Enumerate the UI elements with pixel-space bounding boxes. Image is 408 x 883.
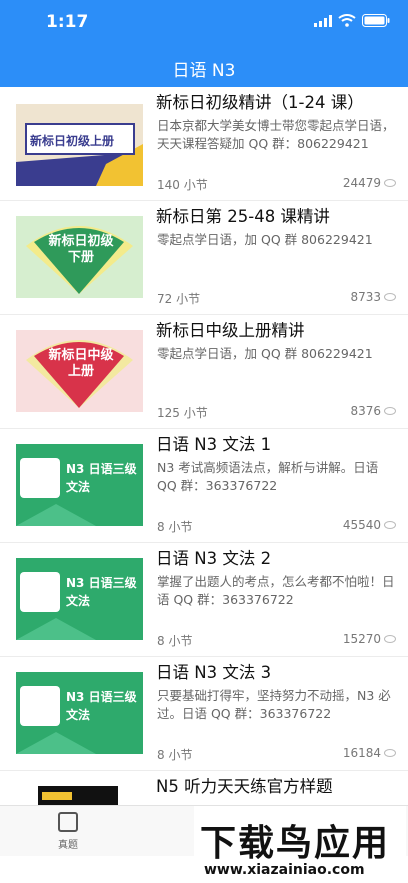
lesson-count: 72 小节 <box>157 292 201 306</box>
view-count-value: 24479 <box>342 176 381 190</box>
view-count-value: 8733 <box>350 290 381 304</box>
view-count-value: 15270 <box>342 632 381 646</box>
course-list[interactable]: 新标日初级上册 新标日初级精讲（1-24 课） 日本京都大学美女博士带您零起点学… <box>0 87 408 805</box>
view-count: 16184 <box>343 746 396 760</box>
course-thumbnail-text: 新标日初级上册 <box>30 134 115 148</box>
app-header: 1:17 日语 N3 <box>0 0 408 87</box>
status-bar: 1:17 <box>0 0 408 44</box>
page-title: 日语 N3 <box>172 61 236 81</box>
lesson-count: 8 小节 <box>157 634 193 648</box>
course-thumbnail-text: 新标日中级上册 <box>48 348 114 379</box>
course-thumbnail: 新标日初级下册 <box>16 216 143 298</box>
tab-exam-label: 真题 <box>58 840 78 851</box>
course-description: 零起点学日语，加 QQ 群 806229421 <box>157 346 373 361</box>
course-thumbnail-text: 新标日初级下册 <box>48 234 114 265</box>
course-title: 日语 N3 文法 3 <box>156 663 272 682</box>
view-count-value: 8376 <box>350 404 381 418</box>
course-item[interactable]: N3 日语三级 文法 日语 N3 文法 2 掌握了出题人的考点，怎么考都不怕啦！… <box>0 543 408 657</box>
course-thumbnail: 新标日初级上册 <box>16 104 143 186</box>
course-thumbnail-text: N3 日语三级 文法 <box>66 690 137 722</box>
view-count: 15270 <box>343 632 396 646</box>
view-count: 45540 <box>343 518 396 532</box>
lesson-count: 140 小节 <box>157 178 208 192</box>
course-thumbnail-text: N3 日语三级 文法 <box>66 462 137 494</box>
status-icons <box>314 14 390 27</box>
course-thumbnail-text: N3 日语三级 文法 <box>66 576 137 608</box>
lesson-count: 8 小节 <box>157 748 193 762</box>
course-item[interactable]: 新标日初级上册 新标日初级精讲（1-24 课） 日本京都大学美女博士带您零起点学… <box>0 87 408 201</box>
view-count: 24479 <box>343 176 396 190</box>
eye-icon <box>384 635 396 643</box>
course-description: N3 考试高频语法点，解析与讲解。日语 QQ 群：363376722 <box>157 460 379 493</box>
course-title: 日语 N3 文法 2 <box>156 549 272 568</box>
view-count-value: 16184 <box>342 746 381 760</box>
status-time: 1:17 <box>46 12 89 32</box>
watermark-logo: 下载鸟应用 www.xiazainiao.com <box>194 806 406 881</box>
view-count-value: 45540 <box>342 518 381 532</box>
exam-icon <box>58 812 78 832</box>
course-title: N5 听力天天练官方样题 <box>156 777 333 796</box>
view-count: 8376 <box>350 404 396 418</box>
course-description: 零起点学日语，加 QQ 群 806229421 <box>157 232 373 247</box>
course-thumbnail: N3 日语三级 文法 <box>16 558 143 640</box>
lesson-count: 8 小节 <box>157 520 193 534</box>
course-item[interactable]: N3 日语三级 文法 日语 N3 文法 1 N3 考试高频语法点，解析与讲解。日… <box>0 429 408 543</box>
lesson-count: 125 小节 <box>157 406 208 420</box>
course-thumbnail <box>38 786 118 805</box>
battery-icon <box>362 14 390 27</box>
course-description: 只要基础打得牢，坚持努力不动摇，N3 必过。日语 QQ 群：363376722 <box>157 688 391 721</box>
wifi-icon <box>338 14 356 27</box>
course-thumbnail: N3 日语三级 文法 <box>16 444 143 526</box>
tab-exam[interactable]: 真题 <box>50 812 86 851</box>
course-title: 日语 N3 文法 1 <box>156 435 272 454</box>
course-thumbnail: N3 日语三级 文法 <box>16 672 143 754</box>
watermark-text: 下载鸟应用 <box>200 823 391 864</box>
course-title: 新标日第 25-48 课精讲 <box>156 207 330 226</box>
course-description: 掌握了出题人的考点，怎么考都不怕啦！日语 QQ 群：363376722 <box>157 574 395 607</box>
view-count: 8733 <box>350 290 396 304</box>
course-title: 新标日初级精讲（1-24 课） <box>156 93 364 112</box>
course-item[interactable]: 新标日初级下册 新标日第 25-48 课精讲 零起点学日语，加 QQ 群 806… <box>0 201 408 315</box>
course-title: 新标日中级上册精讲 <box>156 321 305 340</box>
course-item[interactable]: N5 听力天天练官方样题 <box>0 771 408 805</box>
eye-icon <box>384 521 396 529</box>
watermark-url: www.xiazainiao.com <box>204 862 365 878</box>
course-thumbnail: 新标日中级上册 <box>16 330 143 412</box>
course-item[interactable]: N3 日语三级 文法 日语 N3 文法 3 只要基础打得牢，坚持努力不动摇，N3… <box>0 657 408 771</box>
course-item[interactable]: 新标日中级上册 新标日中级上册精讲 零起点学日语，加 QQ 群 80622942… <box>0 315 408 429</box>
signal-icon <box>314 14 332 27</box>
eye-icon <box>384 407 396 415</box>
course-cover-image <box>38 786 118 805</box>
eye-icon <box>384 293 396 301</box>
eye-icon <box>384 179 396 187</box>
eye-icon <box>384 749 396 757</box>
course-description: 日本京都大学美女博士带您零起点学日语，天天课程答疑加 QQ 群：80622942… <box>157 118 395 151</box>
